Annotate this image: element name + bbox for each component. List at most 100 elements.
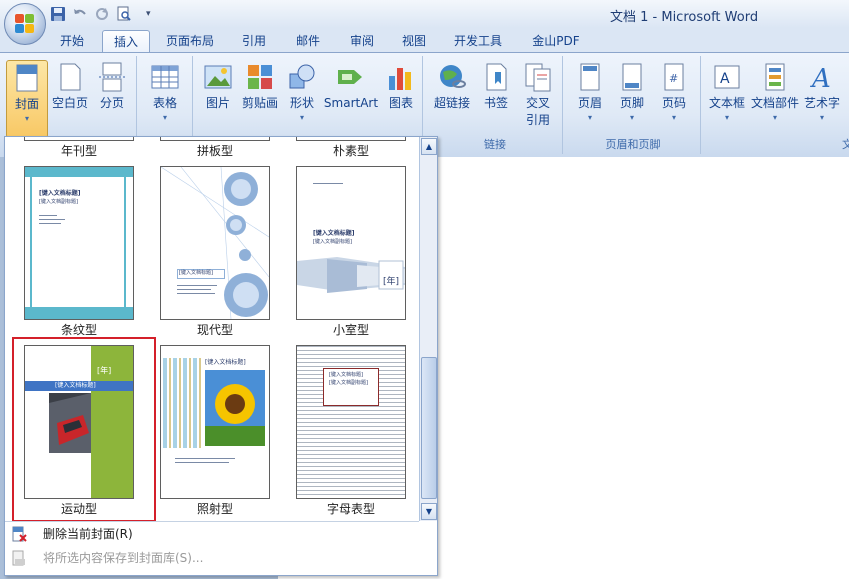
bookmark-button[interactable]: 书签 (476, 60, 516, 112)
cover-label-annual[interactable]: 年刊型 (24, 142, 134, 159)
picture-button[interactable]: 图片 (198, 60, 238, 112)
undo-icon[interactable] (72, 6, 88, 22)
quick-parts-icon (765, 63, 785, 91)
page-break-label: 分页 (99, 96, 124, 110)
cross-reference-button[interactable]: 交叉 引用 (518, 60, 558, 129)
chart-button[interactable]: 图表 (382, 60, 420, 112)
office-button[interactable] (4, 3, 46, 45)
cubicles-subtitle: [键入文档副标题] (313, 239, 352, 245)
cover-label-mosaic[interactable]: 拼板型 (160, 142, 270, 159)
quick-parts-label: 文档部件 (750, 96, 799, 110)
cover-label-stripes[interactable]: 条纹型 (24, 321, 134, 338)
remove-cover-page-item[interactable]: 删除当前封面(R) (5, 523, 435, 545)
footer-button[interactable]: 页脚 ▾ (612, 60, 652, 124)
footer-label: 页脚 (619, 96, 644, 110)
blank-page-button[interactable]: 空白页 (48, 60, 92, 112)
tab-view[interactable]: 视图 (392, 30, 436, 52)
sports-train-photo (49, 393, 91, 453)
customize-qat-icon[interactable]: ▾ (146, 9, 151, 19)
cover-thumb-modern[interactable]: [键入文档标题] (160, 166, 270, 320)
smartart-button[interactable]: SmartArt (322, 60, 380, 112)
svg-text:#: # (669, 72, 678, 85)
cover-thumb-stripes[interactable]: [键入文档标题] [键入文档副标题] (24, 166, 134, 320)
clipart-icon (248, 65, 272, 89)
group-text: A 文本框 ▾ 文档部件 ▾ A 艺术字 ▾ 文本 (704, 56, 849, 154)
header-icon (580, 63, 600, 91)
table-button[interactable]: 表格 ▾ (144, 60, 186, 124)
table-caret-icon: ▾ (162, 113, 167, 122)
textbox-caret-icon: ▾ (724, 113, 729, 122)
textbox-button[interactable]: A 文本框 ▾ (706, 60, 748, 124)
cover-label-exposure[interactable]: 照射型 (160, 500, 270, 517)
alphabet-title: [键入文档标题] (329, 372, 363, 378)
chart-icon (389, 68, 411, 90)
modern-text-line-2 (177, 289, 211, 290)
tab-page-layout[interactable]: 页面布局 (158, 30, 222, 52)
gallery-scrollbar[interactable]: ▲ ▼ (419, 137, 437, 521)
bookmark-label: 书签 (483, 96, 508, 110)
cover-page-button[interactable]: 封面 ▾ (6, 60, 48, 138)
print-preview-icon[interactable] (116, 6, 132, 22)
header-button[interactable]: 页眉 ▾ (570, 60, 610, 124)
sports-title: [键入文档标题] (55, 382, 96, 389)
cover-label-alphabet[interactable]: 字母表型 (296, 500, 406, 517)
scroll-up-arrow-icon[interactable]: ▲ (421, 138, 437, 155)
cover-label-modern[interactable]: 现代型 (160, 321, 270, 338)
tab-wps-pdf[interactable]: 金山PDF (524, 30, 588, 52)
remove-cover-label: 删除当前封面(R) (43, 527, 133, 541)
scroll-down-arrow-icon[interactable]: ▼ (421, 503, 437, 520)
tab-home[interactable]: 开始 (48, 30, 96, 52)
table-icon (151, 65, 179, 89)
stripes-right-line (124, 177, 126, 307)
stripes-text-line-2 (39, 219, 65, 220)
modern-circles (161, 167, 269, 319)
group-header-footer: 页眉 ▾ 页脚 ▾ # 页码 ▾ 页眉和页脚 (566, 56, 701, 154)
shapes-button[interactable]: 形状 ▾ (284, 60, 320, 124)
save-to-gallery-label: 将所选内容保存到封面库(S)... (43, 551, 204, 565)
textbox-label: 文本框 (708, 96, 745, 110)
wordart-button[interactable]: A 艺术字 ▾ (802, 60, 842, 124)
page-break-button[interactable]: 分页 (92, 60, 132, 112)
modern-text-line-3 (177, 293, 215, 294)
cover-thumb-sports[interactable]: [年] [键入文档标题] (24, 345, 134, 499)
cover-thumb-cubicles[interactable]: [键入文档标题] [键入文档副标题] [年] (296, 166, 406, 320)
cover-label-cubicles[interactable]: 小室型 (296, 321, 406, 338)
quick-parts-button[interactable]: 文档部件 ▾ (748, 60, 802, 124)
thumb-top-edge-1 (24, 137, 134, 141)
shapes-label: 形状 (289, 96, 314, 110)
scrollbar-thumb[interactable] (421, 357, 437, 499)
tab-insert[interactable]: 插入 (102, 30, 150, 53)
tab-review[interactable]: 审阅 (340, 30, 384, 52)
modern-text-line-1 (177, 285, 217, 286)
ribbon-tab-row: 开始 插入 页面布局 引用 邮件 审阅 视图 开发工具 金山PDF (0, 28, 849, 53)
cover-label-plain[interactable]: 朴素型 (296, 142, 406, 159)
page-number-icon: # (664, 63, 684, 91)
cover-page-gallery: 年刊型 拼板型 朴素型 [键入文档标题] [键入文档副标题] 条纹型 [键入文档… (4, 136, 438, 576)
redo-icon[interactable] (94, 6, 110, 22)
page-number-button[interactable]: # 页码 ▾ (654, 60, 694, 124)
tab-developer[interactable]: 开发工具 (446, 30, 510, 52)
bookmark-icon (486, 63, 507, 91)
hyperlink-icon (440, 65, 466, 88)
stripes-text-line-3 (39, 223, 61, 224)
clipart-button[interactable]: 剪贴画 (238, 60, 282, 112)
page-number-label: 页码 (661, 96, 686, 110)
tab-references[interactable]: 引用 (232, 30, 276, 52)
cover-label-sports[interactable]: 运动型 (24, 500, 134, 517)
picture-label: 图片 (205, 96, 230, 110)
cubicles-year: [年] (383, 277, 400, 287)
menu-separator (5, 521, 419, 522)
chart-label: 图表 (388, 96, 413, 110)
cover-thumb-exposure[interactable]: [键入文档标题] (160, 345, 270, 499)
save-icon[interactable] (50, 6, 66, 22)
hyperlink-button[interactable]: 超链接 (430, 60, 474, 112)
textbox-icon: A (714, 65, 740, 89)
stripes-left-line (30, 177, 32, 307)
cover-page-label: 封面 (14, 97, 39, 111)
cover-thumb-alphabet[interactable]: [键入文档标题] [键入文档副标题] (296, 345, 406, 499)
tab-mailings[interactable]: 邮件 (286, 30, 330, 52)
quick-access-toolbar: ▾ (50, 4, 151, 24)
stripes-text-line-1 (39, 215, 57, 216)
footer-caret-icon: ▾ (629, 113, 634, 122)
cover-page-icon (16, 64, 38, 92)
